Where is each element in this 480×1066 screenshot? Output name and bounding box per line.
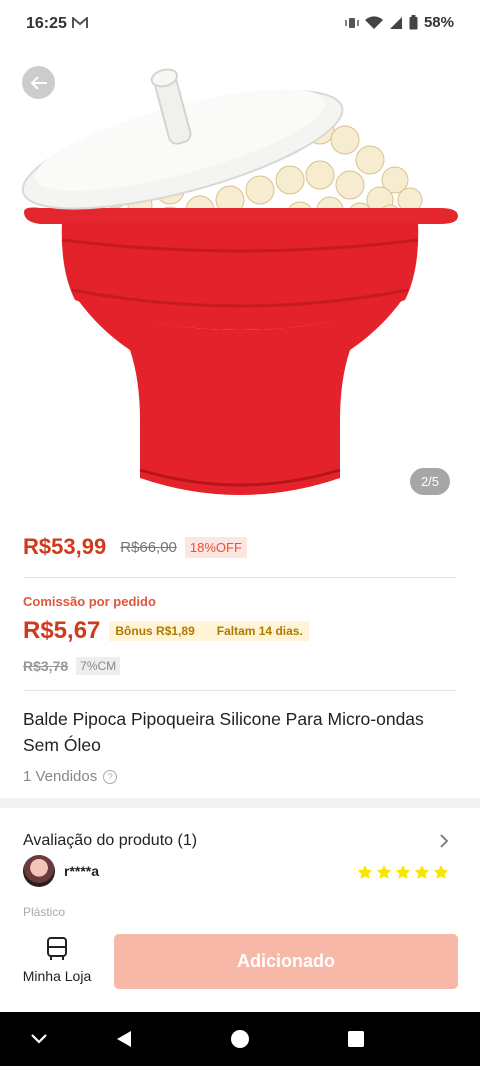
price-current: R$53,99	[23, 534, 107, 559]
commission-original-row: R$3,78 7%CM	[23, 657, 121, 675]
vibrate-icon	[345, 17, 359, 28]
chevron-down-icon	[31, 1034, 47, 1044]
sold-row: 1 Vendidos ?	[23, 768, 118, 785]
battery-icon	[409, 15, 418, 30]
review-text: Plástico	[23, 905, 66, 919]
arrow-left-icon	[30, 75, 47, 90]
product-title: Balde Pipoca Pipoqueira Silicone Para Mi…	[23, 709, 424, 755]
triangle-back-icon	[117, 1031, 131, 1047]
nav-back-button[interactable]	[94, 1012, 154, 1066]
my-store-label: Minha Loja	[22, 968, 92, 984]
nav-recents-button[interactable]	[326, 1012, 386, 1066]
bonus-badge: Bônus R$1,89	[109, 621, 201, 641]
status-time: 16:25	[26, 15, 67, 32]
gmail-icon	[72, 17, 88, 28]
my-store-button[interactable]: Minha Loja	[18, 936, 96, 984]
product-image[interactable]	[0, 48, 480, 516]
star-icon	[357, 865, 373, 879]
discount-badge: 18%OFF	[184, 536, 247, 558]
square-recents-icon	[348, 1031, 364, 1047]
commission-row: R$5,67 Bônus R$1,89 Faltam 14 dias.	[23, 617, 309, 645]
added-button[interactable]: Adicionado	[114, 934, 458, 989]
nav-collapse-button[interactable]	[9, 1012, 69, 1066]
back-button[interactable]	[22, 66, 55, 99]
commission-value: R$5,67	[23, 617, 101, 644]
section-gap	[0, 798, 480, 808]
circle-home-icon	[231, 1030, 249, 1048]
reviews-title[interactable]: Avaliação do produto (1)	[23, 832, 197, 850]
star-icon	[433, 865, 449, 879]
avatar	[23, 855, 55, 887]
signal-icon	[389, 16, 402, 29]
image-counter: 2/5	[410, 468, 450, 495]
sold-count: 1 Vendidos	[23, 768, 98, 785]
wifi-icon	[364, 15, 383, 29]
chevron-right-icon[interactable]	[438, 833, 450, 849]
status-icons: 58%	[345, 14, 454, 31]
commission-rate-badge: 7%CM	[76, 657, 121, 675]
price-original: R$66,00	[120, 538, 177, 556]
bonus-deadline: Faltam 14 dias.	[200, 621, 309, 641]
navigation-bar	[0, 1012, 480, 1066]
commission-original: R$3,78	[23, 658, 69, 674]
star-icon	[376, 865, 392, 879]
nav-home-button[interactable]	[210, 1012, 270, 1066]
battery-percent: 58%	[423, 14, 454, 31]
star-icon	[414, 865, 430, 879]
store-icon	[47, 937, 67, 960]
price-row: R$53,99 R$66,00 18%OFF	[23, 534, 247, 560]
divider	[23, 690, 457, 691]
divider	[23, 577, 457, 578]
help-icon[interactable]: ?	[103, 769, 118, 784]
popcorn-bowl-image	[21, 68, 458, 495]
rating-stars	[357, 864, 449, 880]
reviewer-name: r****a	[64, 863, 100, 879]
commission-label: Comissão por pedido	[23, 594, 156, 609]
star-icon	[395, 865, 411, 879]
status-bar: 16:25 58%	[0, 0, 480, 48]
